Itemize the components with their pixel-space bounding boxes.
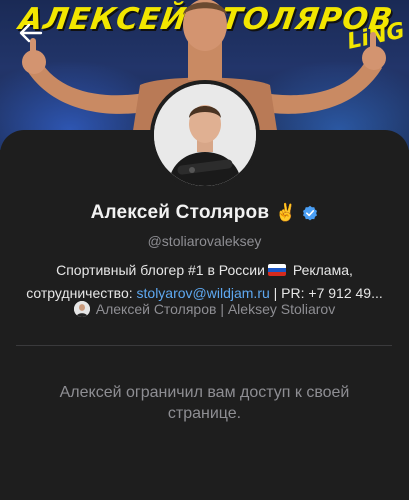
avatar-photo bbox=[154, 84, 256, 186]
arrow-left-icon bbox=[19, 23, 43, 43]
back-button[interactable] bbox=[14, 18, 48, 48]
profile-name-row: Алексей Столяров ✌️ bbox=[0, 202, 409, 224]
restricted-access-message: Алексей ограничил вам доступ к своей стр… bbox=[59, 384, 350, 422]
russia-flag-icon bbox=[267, 264, 286, 276]
bio-line-2-suffix: | PR: +7 912 49... bbox=[269, 285, 383, 301]
profile-bio: Спортивный блогер #1 в России Реклама, с… bbox=[8, 259, 401, 305]
bio-email-link[interactable]: stolyarov@wildjam.ru bbox=[137, 285, 270, 301]
profile-name: Алексей Столяров bbox=[90, 202, 270, 223]
profile-avatar[interactable] bbox=[150, 80, 260, 190]
bio-line-1: Спортивный блогер #1 в России bbox=[56, 262, 265, 278]
bio-line-1-tail: Реклама, bbox=[288, 262, 353, 278]
linked-account-name: Алексей Столяров | Aleksey Stoliarov bbox=[95, 301, 336, 317]
profile-username: @stoliarovaleksey bbox=[147, 233, 262, 249]
victory-hand-emoji: ✌️ bbox=[275, 203, 297, 223]
bio-line-2-prefix: сотрудничество: bbox=[26, 285, 137, 301]
avatar-person-illustration bbox=[154, 84, 256, 186]
linked-account-avatar bbox=[73, 301, 90, 317]
divider bbox=[16, 345, 392, 346]
linked-account[interactable]: Алексей Столяров | Aleksey Stoliarov bbox=[0, 301, 409, 317]
verified-badge-icon bbox=[303, 205, 318, 221]
